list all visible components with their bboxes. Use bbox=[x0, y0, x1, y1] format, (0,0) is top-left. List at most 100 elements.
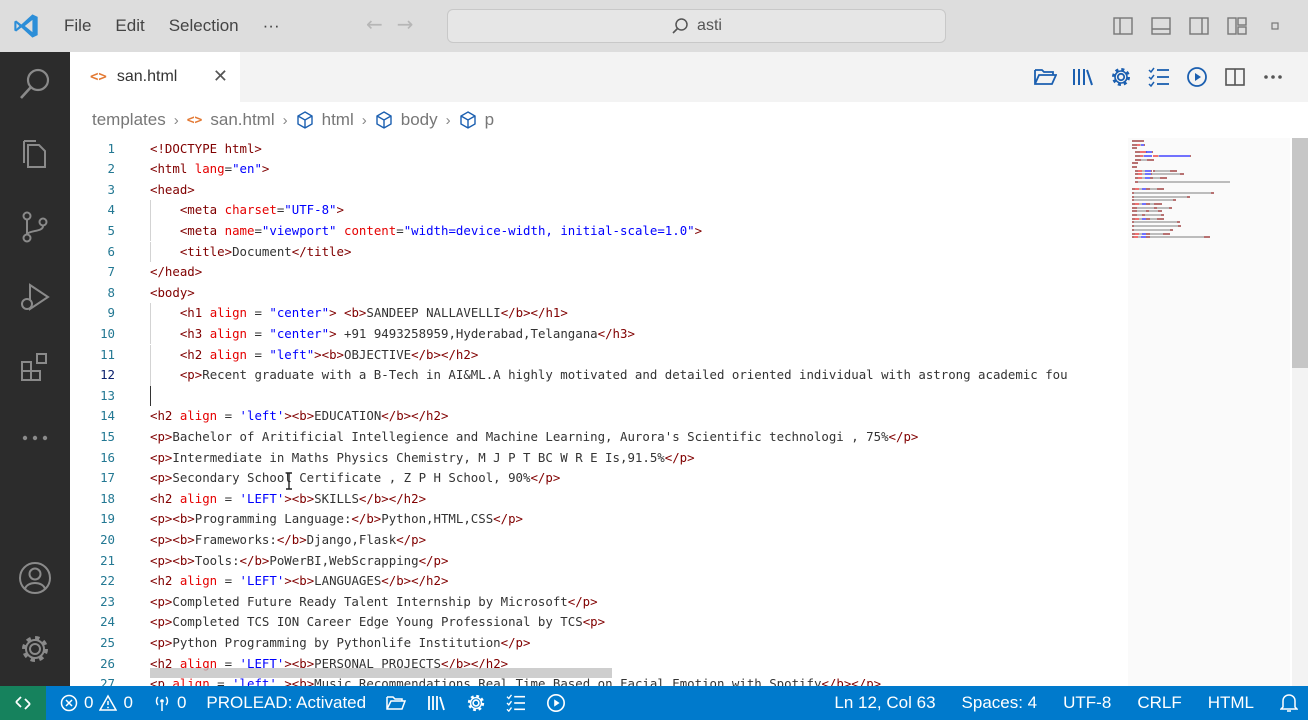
checklist-icon[interactable] bbox=[1142, 60, 1176, 94]
code-token: align bbox=[179, 490, 218, 506]
run-and-debug-icon[interactable] bbox=[0, 267, 70, 327]
code-token: 'LEFT' bbox=[239, 573, 285, 589]
code-token: OBJECTIVE bbox=[344, 346, 412, 362]
minimap-stroke bbox=[1134, 228, 1170, 231]
code-line[interactable]: 7 </head> bbox=[70, 262, 1126, 283]
code-token: </p> bbox=[664, 449, 695, 465]
toggle-panel-icon[interactable] bbox=[1142, 0, 1180, 52]
code-editor[interactable]: 27 <p align = 'left' ><b>Music Recommenda… bbox=[70, 138, 1308, 686]
explorer-icon[interactable] bbox=[0, 124, 70, 184]
more-views-icon[interactable] bbox=[0, 408, 70, 468]
code-token: <p> bbox=[179, 367, 203, 383]
restore-window-icon[interactable] bbox=[1256, 0, 1294, 52]
code-line[interactable]: 14 <h2 align = 'left'><b>EDUCATION</b></h… bbox=[70, 406, 1126, 427]
toggle-secondary-sidebar-icon[interactable] bbox=[1180, 0, 1218, 52]
code-line[interactable]: 8 <body> bbox=[70, 283, 1126, 304]
code-line[interactable]: 21 <p><b>Tools:</b>PoWerBI,WebScrapping</… bbox=[70, 551, 1126, 572]
line-number: 17 bbox=[100, 470, 115, 486]
prolead-status[interactable]: PROLEAD: Activated bbox=[206, 693, 366, 713]
code-line[interactable]: 2 <html lang="en"> bbox=[70, 159, 1126, 180]
problems-indicator[interactable]: 0 0 bbox=[60, 693, 133, 713]
horizontal-scrollbar-thumb[interactable] bbox=[150, 668, 612, 678]
code-line[interactable]: 24 <p>Completed TCS ION Career Edge Young… bbox=[70, 612, 1126, 633]
minimap-stroke bbox=[1149, 236, 1204, 239]
warning-count: 0 bbox=[123, 693, 133, 712]
code-token: <h1 bbox=[179, 305, 210, 321]
tab-san-html[interactable]: <> san.html ✕ bbox=[70, 52, 240, 102]
code-line[interactable]: 1 <!DOCTYPE html> bbox=[70, 139, 1126, 160]
checklist-icon[interactable] bbox=[506, 694, 526, 712]
code-line[interactable]: 6 <title>Document</title> bbox=[70, 241, 1126, 263]
code-line[interactable]: 3 <head> bbox=[70, 180, 1126, 201]
code-token: <p><b> bbox=[150, 531, 195, 547]
file-encoding[interactable]: UTF-8 bbox=[1063, 693, 1111, 713]
code-line[interactable]: 18 <h2 align = 'LEFT'><b>SKILLS</b></h2> bbox=[70, 489, 1126, 510]
line-number: 23 bbox=[100, 593, 115, 609]
indentation[interactable]: Spaces: 4 bbox=[962, 693, 1038, 713]
breadcrumb-folder[interactable]: templates bbox=[92, 110, 166, 130]
run-play-icon[interactable] bbox=[1180, 60, 1214, 94]
library-icon[interactable] bbox=[426, 694, 446, 712]
customize-layout-icon[interactable] bbox=[1218, 0, 1256, 52]
code-token: align bbox=[209, 325, 247, 341]
breadcrumb-file[interactable]: san.html bbox=[210, 110, 274, 130]
more-actions-icon[interactable] bbox=[1256, 60, 1290, 94]
code-line[interactable]: 22 <h2 align = 'LEFT'><b>LANGUAGES</b></h… bbox=[70, 571, 1126, 592]
settings-gear-icon[interactable] bbox=[466, 693, 486, 713]
command-center-search[interactable]: asti bbox=[447, 9, 946, 43]
code-line[interactable]: 15 <p>Bachelor of Aritificial Intellegien… bbox=[70, 427, 1126, 448]
code-line[interactable]: 12 <p>Recent graduate with a B-Tech in A… bbox=[70, 365, 1126, 386]
run-play-icon[interactable] bbox=[546, 693, 566, 713]
activity-search-icon[interactable] bbox=[0, 54, 70, 114]
notifications-bell-icon[interactable] bbox=[1280, 693, 1298, 713]
code-line[interactable]: 25 <p>Python Programming by Pythonlife In… bbox=[70, 633, 1126, 654]
code-line[interactable]: 19 <p><b>Programming Language:</b>Python,… bbox=[70, 509, 1126, 530]
code-line[interactable]: 9 <h1 align = "center"> <b>SANDEEP NALLA… bbox=[70, 303, 1126, 324]
code-line[interactable]: 5 <meta name="viewport" content="width=d… bbox=[70, 220, 1126, 242]
code-line[interactable]: 17 <p>Secondary School Certificate , Z P … bbox=[70, 468, 1126, 489]
html-file-icon: <> bbox=[186, 112, 203, 128]
minimap-stroke bbox=[1132, 140, 1144, 142]
code-line[interactable]: 23 <p>Completed Future Ready Talent Inter… bbox=[70, 592, 1126, 613]
menu-edit[interactable]: Edit bbox=[103, 16, 156, 36]
language-mode[interactable]: HTML bbox=[1208, 693, 1254, 713]
ports-indicator[interactable]: 0 bbox=[153, 693, 186, 713]
library-icon[interactable] bbox=[1066, 60, 1100, 94]
minimap-stroke bbox=[1178, 225, 1181, 228]
code-line[interactable]: 11 <h2 align = "left"><b>OBJECTIVE</b></… bbox=[70, 344, 1126, 366]
open-folder-icon[interactable] bbox=[386, 694, 407, 712]
code-line[interactable]: 10 <h3 align = "center"> +91 9493258959,… bbox=[70, 323, 1126, 345]
line-number: 4 bbox=[107, 202, 115, 218]
close-icon[interactable]: ✕ bbox=[213, 66, 228, 87]
open-folder-icon[interactable] bbox=[1028, 60, 1062, 94]
extensions-icon[interactable] bbox=[0, 337, 70, 397]
minimap-stroke bbox=[1176, 221, 1180, 224]
breadcrumb-symbol-html[interactable]: html bbox=[322, 110, 354, 130]
end-of-line[interactable]: CRLF bbox=[1137, 693, 1181, 713]
minimap-stroke bbox=[1156, 206, 1169, 209]
menu-selection[interactable]: Selection bbox=[157, 16, 251, 36]
manage-gear-icon[interactable] bbox=[0, 619, 70, 679]
accounts-icon[interactable] bbox=[0, 548, 70, 608]
toggle-primary-sidebar-icon[interactable] bbox=[1104, 0, 1142, 52]
code-line[interactable]: 13 bbox=[70, 385, 1126, 407]
minimap-stroke bbox=[1152, 173, 1180, 176]
minimap[interactable] bbox=[1128, 138, 1290, 686]
split-editor-icon[interactable] bbox=[1218, 60, 1252, 94]
menu-more[interactable]: ··· bbox=[251, 16, 292, 36]
code-line[interactable]: 4 <meta charset="UTF-8"> bbox=[70, 200, 1126, 221]
cursor-position[interactable]: Ln 12, Col 63 bbox=[834, 693, 935, 713]
settings-gear-icon[interactable] bbox=[1104, 60, 1138, 94]
forward-arrow-icon[interactable]: → bbox=[397, 12, 414, 36]
code-line[interactable]: 16 <p>Intermediate in Maths Physics Chemi… bbox=[70, 448, 1126, 469]
code-line[interactable]: 20 <p><b>Frameworks:</b>Django,Flask</p> bbox=[70, 530, 1126, 551]
back-arrow-icon[interactable]: ← bbox=[366, 12, 383, 36]
breadcrumb-symbol-p[interactable]: p bbox=[485, 110, 494, 130]
code-token: </title> bbox=[291, 243, 352, 259]
menu-file[interactable]: File bbox=[52, 16, 103, 36]
source-control-icon[interactable] bbox=[0, 197, 70, 257]
chevron-right-icon: › bbox=[173, 111, 179, 129]
vertical-scrollbar-thumb[interactable] bbox=[1292, 138, 1308, 368]
breadcrumb-symbol-body[interactable]: body bbox=[401, 110, 438, 130]
remote-indicator-icon[interactable] bbox=[0, 686, 46, 720]
